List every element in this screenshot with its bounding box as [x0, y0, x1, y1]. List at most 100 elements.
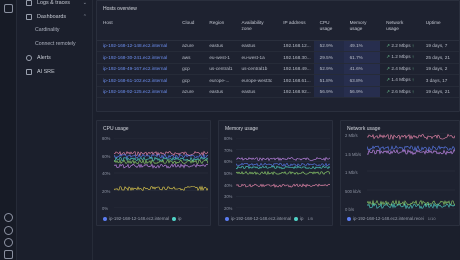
- trend-up-icon: ↑: [410, 42, 415, 48]
- column-header[interactable]: Memory usage: [343, 18, 381, 41]
- y-tick-label: 60%: [102, 153, 111, 159]
- panel-title: Network usage: [347, 126, 381, 132]
- memory-usage-cell: 63.8%: [343, 74, 381, 87]
- network-usage-panel: Network usage 2 Mb/s 1.5 Mb/s 1 Mb/s 500 kb…: [340, 120, 460, 226]
- y-tick-label: 40%: [224, 182, 233, 188]
- series-line: [367, 133, 455, 141]
- y-tick-label: 40%: [102, 171, 111, 176]
- host-link[interactable]: ip-192-168-49-167.ec2.internal: [97, 63, 177, 75]
- column-header[interactable]: IP address: [277, 18, 314, 41]
- legend-entry[interactable]: ip: [300, 216, 303, 221]
- network-value: 1.2 Mbps: [391, 54, 411, 60]
- app-logo-icon[interactable]: [4, 4, 13, 13]
- availability-zone-cell: eastus: [235, 86, 278, 98]
- legend-swatch: [225, 216, 229, 221]
- y-tick-label: 50%: [224, 171, 233, 176]
- y-tick-label: 0 b/s: [345, 207, 355, 212]
- sidebar-item-label: AI SRE: [37, 69, 55, 75]
- cloud-cell: azure: [176, 40, 204, 52]
- series-line: [236, 183, 330, 188]
- series-line: [236, 162, 330, 167]
- series-line: [236, 156, 330, 162]
- y-tick-label: 20%: [224, 206, 233, 211]
- column-header[interactable]: CPU usage: [313, 18, 344, 41]
- sidebar-item-label: Dashboards: [37, 14, 67, 20]
- ip-address-cell: 192.168.49...: [277, 63, 314, 75]
- host-link[interactable]: ip-192-168-12-148.ec2.internal: [97, 40, 177, 52]
- network-usage-cell: ↗ 1.2 Mbps ↑: [380, 51, 420, 64]
- cpu-usage-cell: 29.5%: [313, 51, 344, 64]
- cpu-usage-cell: 51.8%: [313, 74, 344, 87]
- series-line: [367, 202, 455, 209]
- bell-icon[interactable]: [4, 213, 13, 222]
- main-content: Hosts overview Host Cloud Region Availab…: [94, 0, 460, 260]
- column-header[interactable]: Cloud: [176, 18, 204, 41]
- help-icon[interactable]: [4, 226, 13, 235]
- dashboard-icon: [26, 14, 32, 20]
- legend-entry[interactable]: ip-192-168-12-148.ec2.internal.recei: [353, 216, 424, 221]
- cpu-usage-cell: 56.9%: [313, 86, 344, 98]
- sidebar: Logs & traces ⌄ Dashboards ⌃ Cardinality…: [17, 0, 93, 260]
- column-header[interactable]: Availability zone: [235, 18, 278, 41]
- sidebar-item-alerts[interactable]: Alerts: [17, 52, 93, 64]
- y-tick-label: 70%: [224, 147, 233, 153]
- legend-entry[interactable]: ip-192-168-12-148.ec2.internal: [109, 216, 169, 221]
- column-header[interactable]: Host: [97, 18, 177, 41]
- series-line: [367, 145, 455, 152]
- sidebar-item-ai-sre[interactable]: AI SRE: [17, 66, 93, 78]
- column-header[interactable]: Network usage: [380, 18, 420, 41]
- y-tick-label: 80%: [224, 136, 233, 141]
- alert-icon: [26, 55, 32, 61]
- memory-usage-plot[interactable]: [236, 138, 330, 208]
- series-line: [367, 199, 455, 207]
- memory-usage-cell: 41.6%: [343, 63, 381, 75]
- sidebar-item-label: Alerts: [37, 55, 51, 61]
- panel-title: CPU usage: [103, 126, 129, 132]
- sidebar-item-cardinality[interactable]: Cardinality: [17, 24, 93, 35]
- legend-entry[interactable]: ip-192-168-12-148.ec2.internal: [231, 216, 291, 221]
- legend-swatch: [172, 216, 177, 221]
- host-link[interactable]: ip-192-168-61-102.ec2.internal: [97, 74, 177, 87]
- uptime-cell: 19 days, 21: [419, 86, 459, 98]
- ip-address-cell: 192.168.92...: [277, 86, 314, 98]
- y-tick-label: 30%: [224, 194, 233, 200]
- icon-rail: [0, 0, 17, 260]
- table-row[interactable]: ip-192-168-92-125.ec2.internal azure eastu…: [97, 86, 459, 98]
- table-row[interactable]: ip-192-168-30-241.ec2.internal aws eu-west…: [97, 51, 459, 64]
- series-line: [236, 165, 330, 170]
- column-header[interactable]: Region: [203, 18, 236, 41]
- sidebar-item-dashboards[interactable]: Dashboards ⌃: [17, 11, 93, 23]
- table-row[interactable]: ip-192-168-49-167.ec2.internal gcp us-cent…: [97, 63, 459, 75]
- cpu-usage-plot[interactable]: [114, 138, 208, 208]
- network-usage-cell: ↗ 2.4 Mbps ↑: [380, 63, 420, 75]
- legend-pager[interactable]: 1/10: [428, 216, 436, 221]
- trend-up-icon: ↑: [410, 88, 415, 94]
- region-cell: europe-...: [203, 74, 236, 87]
- sparkle-icon: [26, 69, 32, 75]
- series-line: [114, 163, 208, 169]
- memory-usage-cell: 49.1%: [343, 40, 381, 52]
- column-header[interactable]: Uptime: [419, 18, 459, 41]
- region-cell: us-central1: [203, 63, 236, 75]
- availability-zone-cell: europe-west3c: [235, 74, 278, 87]
- logs-icon: [26, 0, 32, 6]
- network-value: 2.2 Mbps: [391, 42, 411, 48]
- grid-icon[interactable]: [4, 250, 13, 259]
- host-link[interactable]: ip-192-168-30-241.ec2.internal: [97, 51, 177, 64]
- table-row[interactable]: ip-192-168-61-102.ec2.internal gcp europe-…: [97, 74, 459, 87]
- y-tick-label: 2 Mb/s: [345, 133, 358, 138]
- sidebar-item-connect-remotely[interactable]: Connect remotely: [17, 38, 93, 49]
- cloud-cell: gcp: [176, 74, 204, 87]
- legend-entry[interactable]: ip: [178, 216, 181, 221]
- table-row[interactable]: ip-192-168-12-148.ec2.internal azure eastu…: [97, 40, 459, 52]
- legend-pager[interactable]: 1/5: [307, 216, 313, 221]
- host-link[interactable]: ip-192-168-92-125.ec2.internal: [97, 86, 177, 98]
- hosts-overview-panel: Hosts overview Host Cloud Region Availab…: [96, 0, 460, 112]
- sidebar-item-logs-traces[interactable]: Logs & traces ⌄: [17, 0, 93, 9]
- availability-zone-cell: us-central1b: [235, 63, 278, 75]
- network-usage-plot[interactable]: [367, 133, 455, 209]
- network-value: 1.4 Mbps: [391, 77, 411, 83]
- series-line: [114, 185, 208, 192]
- chevron-up-icon: ⌃: [82, 14, 87, 20]
- settings-icon[interactable]: [4, 238, 13, 247]
